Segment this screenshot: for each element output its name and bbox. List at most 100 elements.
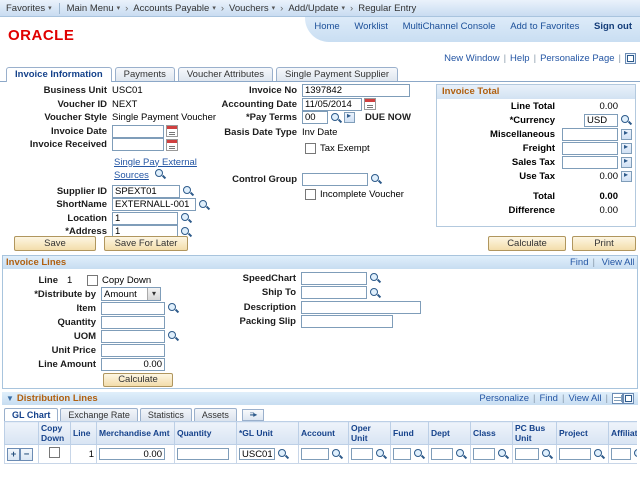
class-input[interactable] xyxy=(473,448,495,460)
quantity-input[interactable] xyxy=(101,316,165,329)
lookup-icon[interactable] xyxy=(198,199,210,211)
ship-to-input[interactable] xyxy=(301,286,367,299)
breadcrumb-main-menu[interactable]: Main Menu xyxy=(67,3,121,14)
calendar-icon[interactable] xyxy=(364,98,376,110)
invoice-no-input[interactable] xyxy=(302,84,410,97)
pay-terms-detail-icon[interactable] xyxy=(344,112,355,123)
lookup-icon[interactable] xyxy=(633,448,637,460)
tab-assets[interactable]: Assets xyxy=(194,408,237,421)
personalize-page-link[interactable]: Personalize Page xyxy=(540,53,625,64)
tab-invoice-information[interactable]: Invoice Information xyxy=(6,67,112,82)
dept-input[interactable] xyxy=(431,448,453,460)
invoice-date-input[interactable] xyxy=(112,125,164,138)
tax-exempt-checkbox[interactable] xyxy=(305,143,316,154)
supplier-id-input[interactable] xyxy=(112,185,180,198)
personalize-link[interactable]: Personalize xyxy=(479,393,539,404)
collapse-section-icon[interactable] xyxy=(6,393,17,404)
print-button[interactable]: Print xyxy=(572,236,636,251)
breadcrumb-vouchers[interactable]: Vouchers xyxy=(229,3,275,14)
fund-input[interactable] xyxy=(393,448,411,460)
lookup-icon[interactable] xyxy=(277,448,289,460)
line-calculate-button[interactable]: Calculate xyxy=(103,373,173,387)
tab-voucher-attributes[interactable]: Voucher Attributes xyxy=(178,67,273,81)
lookup-icon[interactable] xyxy=(497,448,509,460)
multichannel-console-link[interactable]: MultiChannel Console xyxy=(403,21,496,32)
freight-input[interactable] xyxy=(562,142,618,155)
pc-bus-unit-input[interactable] xyxy=(515,448,539,460)
currency-detail-icon[interactable] xyxy=(621,157,632,168)
item-input[interactable] xyxy=(101,302,165,315)
invoice-received-input[interactable] xyxy=(112,138,164,151)
lookup-icon[interactable] xyxy=(620,114,632,126)
lookup-icon[interactable] xyxy=(167,330,179,342)
merchandise-amt-input[interactable] xyxy=(99,448,165,460)
location-input[interactable] xyxy=(112,212,178,225)
distribute-by-select[interactable]: Amount xyxy=(101,287,161,301)
calculate-button[interactable]: Calculate xyxy=(488,236,566,251)
worklist-link[interactable]: Worklist xyxy=(354,21,388,32)
sales-tax-input[interactable] xyxy=(562,156,618,169)
speedchart-input[interactable] xyxy=(301,272,367,285)
lookup-icon[interactable] xyxy=(455,448,467,460)
currency-detail-icon[interactable] xyxy=(621,129,632,140)
currency-detail-icon[interactable] xyxy=(621,143,632,154)
lookup-icon[interactable] xyxy=(167,302,179,314)
lookup-icon[interactable] xyxy=(541,448,553,460)
pay-terms-input[interactable] xyxy=(302,111,328,124)
find-link[interactable]: Find xyxy=(570,257,599,268)
tab-payments[interactable]: Payments xyxy=(115,67,175,81)
download-grid-icon[interactable] xyxy=(612,393,623,404)
lookup-icon[interactable] xyxy=(369,287,381,299)
save-for-later-button[interactable]: Save For Later xyxy=(104,236,188,251)
delete-row-button[interactable] xyxy=(20,448,33,461)
lookup-icon[interactable] xyxy=(413,448,425,460)
tab-exchange-rate[interactable]: Exchange Rate xyxy=(60,408,138,421)
search-icon[interactable] xyxy=(154,168,166,180)
add-row-button[interactable] xyxy=(7,448,20,461)
view-all-link[interactable]: View All xyxy=(602,257,634,268)
favorites-menu[interactable]: Favorites xyxy=(6,3,52,14)
lookup-icon[interactable] xyxy=(369,272,381,284)
copy-down-checkbox[interactable] xyxy=(87,275,98,286)
accounting-date-input[interactable] xyxy=(302,98,362,111)
dist-quantity-input[interactable] xyxy=(177,448,229,460)
calendar-icon[interactable] xyxy=(166,139,178,151)
currency-detail-icon[interactable] xyxy=(621,171,632,182)
lookup-icon[interactable] xyxy=(375,448,387,460)
unit-price-input[interactable] xyxy=(101,344,165,357)
show-all-columns-icon[interactable] xyxy=(242,409,264,421)
copy-url-icon[interactable] xyxy=(625,53,636,64)
help-link[interactable]: Help xyxy=(510,53,540,64)
view-all-link[interactable]: View All xyxy=(568,393,612,404)
miscellaneous-input[interactable] xyxy=(562,128,618,141)
sign-out-link[interactable]: Sign out xyxy=(594,21,632,32)
lookup-icon[interactable] xyxy=(330,112,342,124)
zoom-grid-icon[interactable] xyxy=(623,393,634,404)
project-input[interactable] xyxy=(559,448,591,460)
account-input[interactable] xyxy=(301,448,329,460)
description-input[interactable] xyxy=(301,301,421,314)
new-window-link[interactable]: New Window xyxy=(444,53,510,64)
incomplete-voucher-checkbox[interactable] xyxy=(305,189,316,200)
save-button[interactable]: Save xyxy=(14,236,96,251)
breadcrumb-add-update[interactable]: Add/Update xyxy=(288,3,345,14)
affiliate-input[interactable] xyxy=(611,448,631,460)
lookup-icon[interactable] xyxy=(180,212,192,224)
tab-gl-chart[interactable]: GL Chart xyxy=(4,408,58,421)
breadcrumb-accounts-payable[interactable]: Accounts Payable xyxy=(133,3,216,14)
calendar-icon[interactable] xyxy=(166,125,178,137)
currency-input[interactable] xyxy=(584,114,618,127)
gl-unit-input[interactable] xyxy=(239,448,275,460)
shortname-input[interactable] xyxy=(112,198,196,211)
line-amount-input[interactable] xyxy=(101,358,165,371)
row-copy-down-checkbox[interactable] xyxy=(49,447,60,458)
find-link[interactable]: Find xyxy=(539,393,568,404)
tab-statistics[interactable]: Statistics xyxy=(140,408,192,421)
packing-slip-input[interactable] xyxy=(301,315,393,328)
lookup-icon[interactable] xyxy=(331,448,343,460)
lookup-icon[interactable] xyxy=(182,185,194,197)
lookup-icon[interactable] xyxy=(593,448,605,460)
home-link[interactable]: Home xyxy=(314,21,339,32)
add-to-favorites-link[interactable]: Add to Favorites xyxy=(510,21,579,32)
lookup-icon[interactable] xyxy=(370,173,382,185)
